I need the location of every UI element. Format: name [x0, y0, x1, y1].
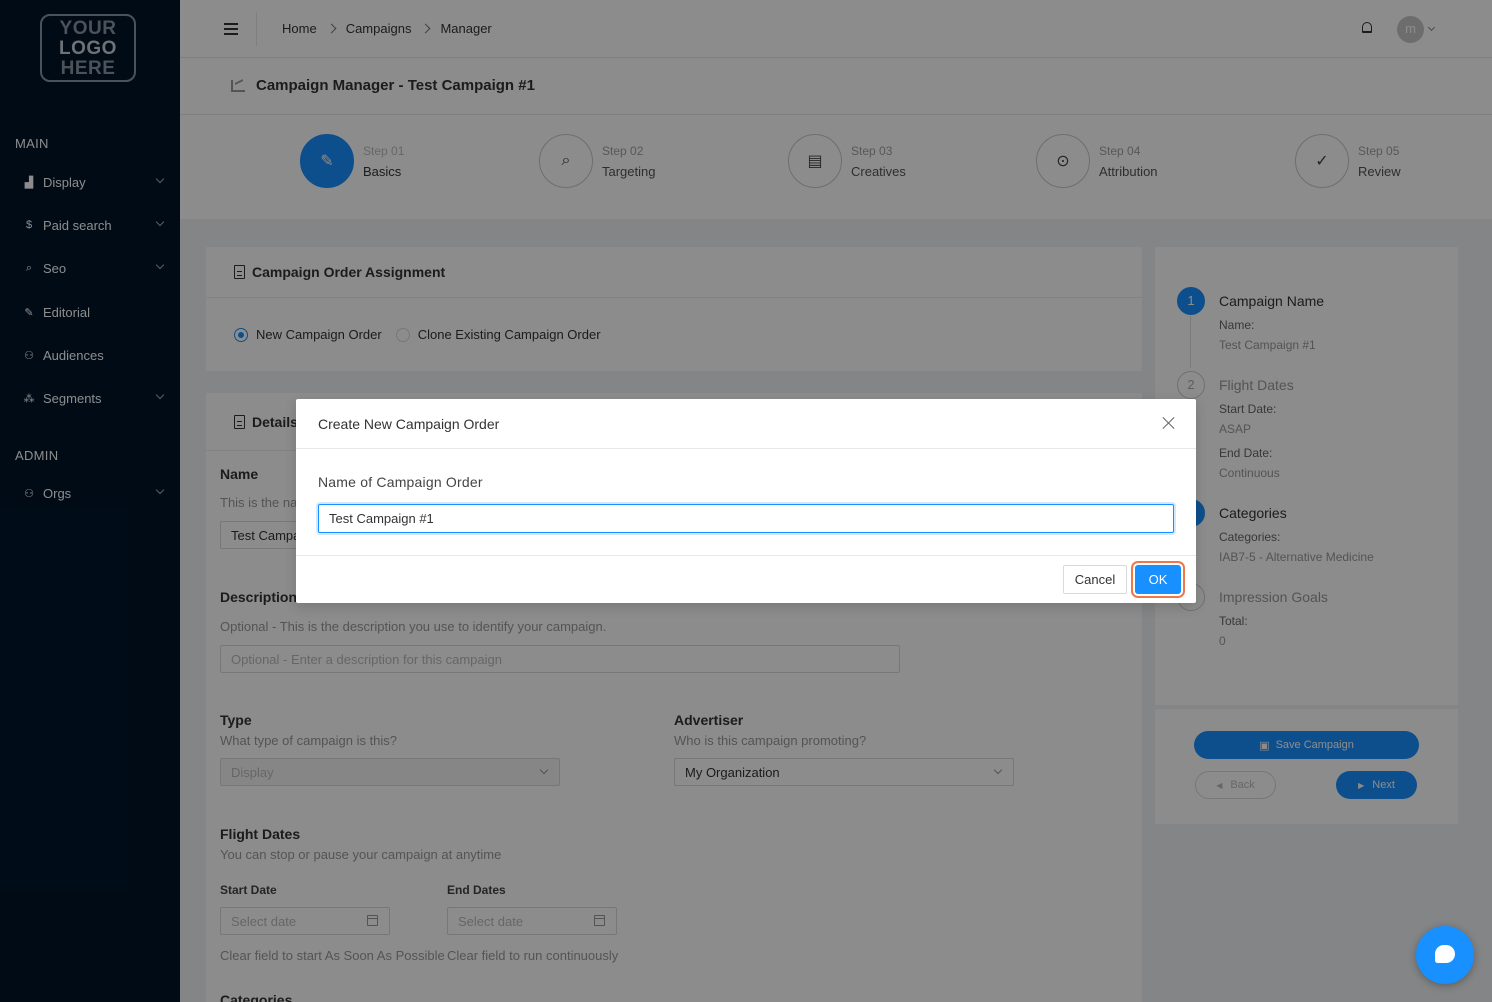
campaign-order-name-input[interactable] — [318, 504, 1174, 533]
modal-title: Create New Campaign Order — [318, 416, 500, 432]
ok-button[interactable]: OK — [1135, 565, 1181, 594]
close-icon[interactable] — [1162, 416, 1176, 430]
create-campaign-order-modal: Create New Campaign Order Name of Campai… — [296, 399, 1196, 603]
chat-bubble-icon[interactable] — [1416, 926, 1474, 984]
campaign-order-name-label: Name of Campaign Order — [318, 474, 483, 490]
cancel-button[interactable]: Cancel — [1063, 565, 1127, 594]
